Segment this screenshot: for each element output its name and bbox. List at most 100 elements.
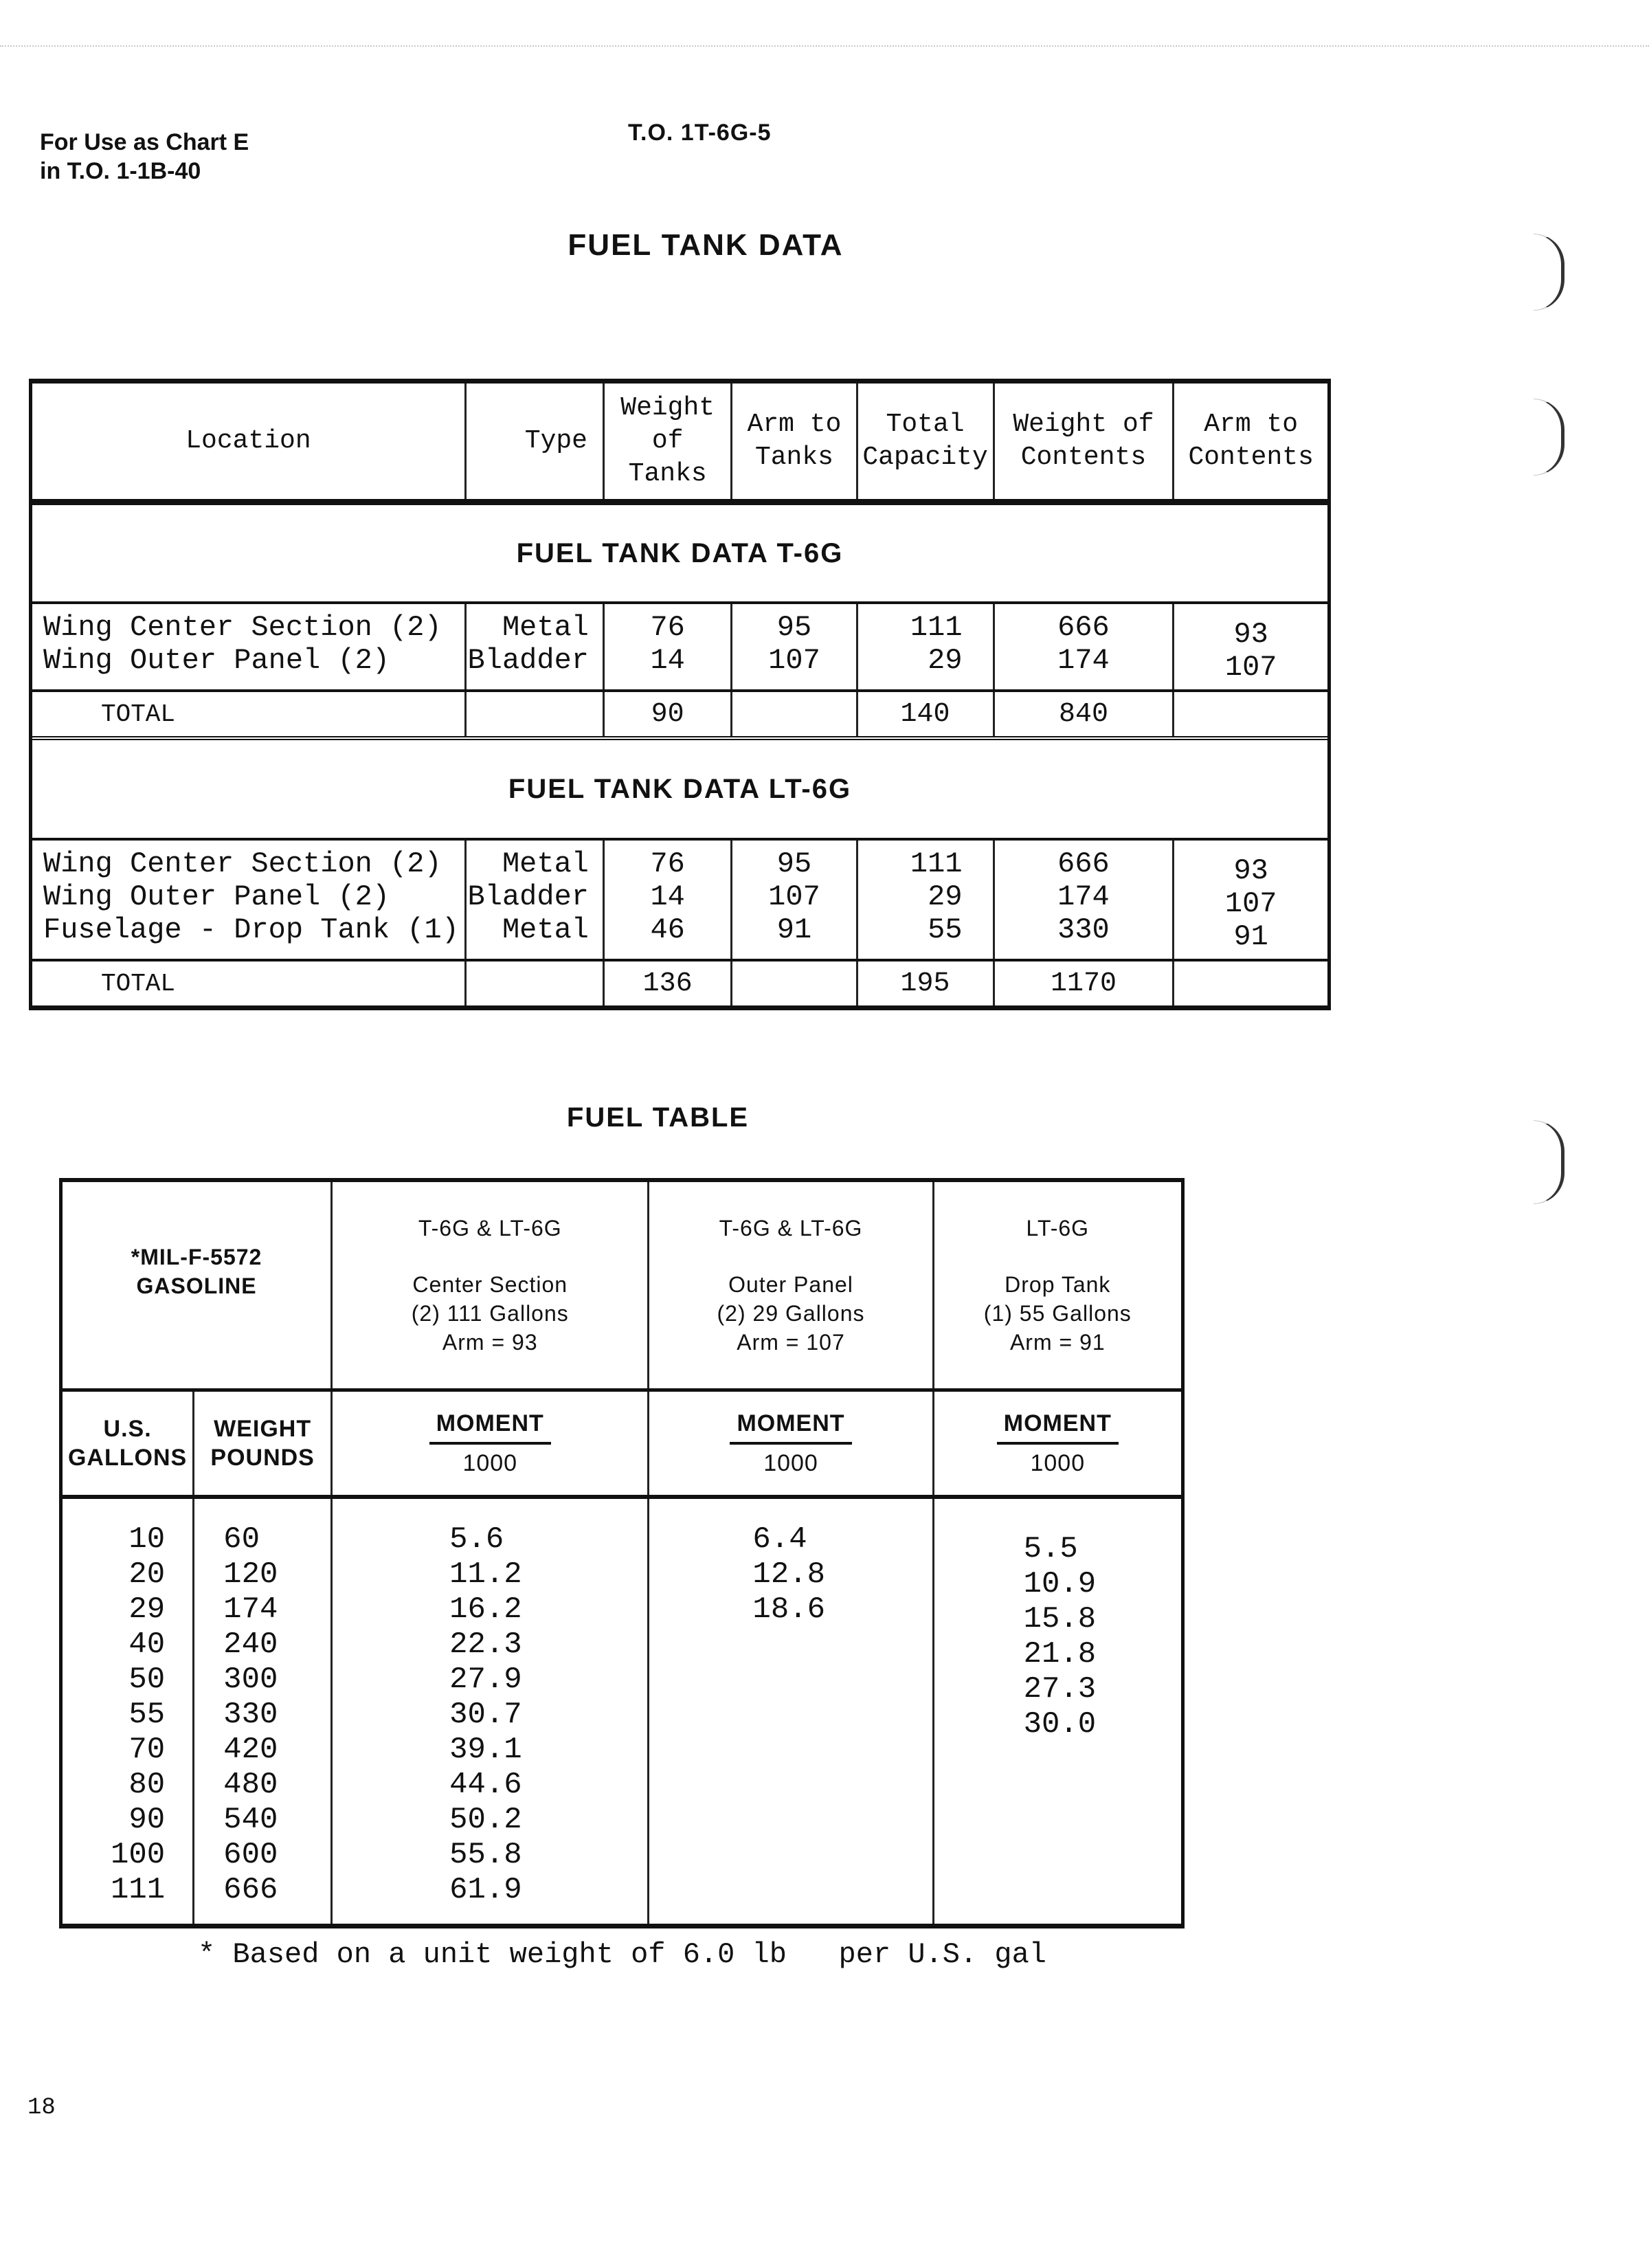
location-cell: Wing Center Section (2) Wing Outer Panel…	[43, 847, 459, 946]
chart-reference-line-1: For Use as Chart E	[40, 129, 249, 155]
total-arm-to-tanks	[730, 959, 857, 1005]
table-cell: 16.2	[449, 1592, 522, 1627]
section-heading-t6g: FUEL TANK DATA T-6G	[32, 502, 1327, 604]
fuel-spec-header: *MIL-F-5572 GASOLINE	[63, 1182, 332, 1392]
total-capacity: 140	[855, 689, 994, 738]
total-weight-of-tanks: 136	[602, 959, 732, 1005]
moment-center-section-column: 5.6 11.2 16.2 22.3 27.9 30.7 39.1 44.6 50.2 55.8 6…	[330, 1497, 649, 1924]
total-type	[464, 689, 604, 738]
table-header-row: *MIL-F-5572 GASOLINE T-6G & LT-6G Center…	[63, 1182, 1181, 1392]
column-header-type: Type	[464, 383, 604, 505]
table-cell: 44.6	[449, 1768, 522, 1802]
chart-reference-line-2: in T.O. 1-1B-40	[40, 158, 201, 184]
arm-to-tanks-cell: 95 107	[730, 603, 857, 691]
type-cell: Metal Bladder	[464, 603, 604, 691]
total-capacity-cell: 111 29 55	[855, 839, 994, 960]
table-cell: 111	[110, 1873, 166, 1907]
column-header-moment-drop: MOMENT 1000	[932, 1390, 1181, 1499]
column-header-weight-of-tanks: Weight of Tanks	[602, 383, 732, 505]
table-cell: 90	[128, 1803, 166, 1837]
table-cell: 30.0	[1023, 1707, 1097, 1742]
hole-punch-mark	[1534, 234, 1564, 311]
table-cell: 330	[223, 1698, 278, 1732]
table-cell: 55	[128, 1698, 166, 1732]
total-row: TOTAL 90 140 840	[32, 689, 1327, 738]
table-cell: 480	[223, 1768, 278, 1802]
tank-header-outer-panel: T-6G & LT-6G Outer Panel (2) 29 Gallons …	[647, 1182, 934, 1392]
total-type	[464, 959, 604, 1005]
table-cell: 50.2	[449, 1803, 522, 1837]
table-cell: 174	[223, 1592, 278, 1627]
table-cell: 18.6	[752, 1592, 826, 1627]
arm-to-contents-cell: 93 107 91	[1172, 839, 1327, 960]
fuel-table-title: FUEL TABLE	[566, 1102, 750, 1133]
table-cell: 22.3	[449, 1627, 522, 1662]
table-cell: 10	[128, 1522, 166, 1557]
total-capacity: 195	[855, 959, 994, 1005]
total-arm-to-contents	[1172, 959, 1327, 1005]
table-cell: 10.9	[1023, 1567, 1097, 1601]
table-cell: 61.9	[449, 1873, 522, 1907]
tank-header-drop-tank: LT-6G Drop Tank (1) 55 Gallons Arm = 91	[932, 1182, 1181, 1392]
table-cell: 55.8	[449, 1838, 522, 1872]
column-header-us-gallons: U.S. GALLONS	[63, 1390, 194, 1499]
section-heading-row: FUEL TANK DATA LT-6G	[32, 736, 1327, 841]
section-heading-lt6g: FUEL TANK DATA LT-6G	[32, 736, 1327, 841]
weight-pounds-column: 60 120 174 240 300 330 420 480 540 600 666	[192, 1497, 332, 1924]
table-cell: 15.8	[1023, 1602, 1097, 1636]
column-header-total-capacity: Total Capacity	[855, 383, 994, 505]
table-cell: 240	[223, 1627, 278, 1662]
table-cell: 420	[223, 1733, 278, 1767]
weight-of-tanks-cell: 76 14	[602, 603, 732, 691]
table-cell: 540	[223, 1803, 278, 1837]
arm-to-tanks-cell: 95 107 91	[730, 839, 857, 960]
total-weight-of-contents: 1170	[992, 959, 1174, 1005]
document-number: T.O. 1T-6G-5	[628, 120, 772, 146]
column-header-moment-outer: MOMENT 1000	[647, 1390, 934, 1499]
table-cell: 70	[128, 1733, 166, 1767]
table-cell: 11.2	[449, 1557, 522, 1592]
column-header-weight-pounds: WEIGHT POUNDS	[192, 1390, 332, 1499]
table-cell: 100	[110, 1838, 166, 1872]
arm-to-contents-cell: 93 107	[1172, 603, 1327, 691]
table-cell: 40	[128, 1627, 166, 1662]
table-cell: 60	[223, 1522, 260, 1557]
table-cell: 12.8	[752, 1557, 826, 1592]
table-cell: 21.8	[1023, 1637, 1097, 1671]
section-heading-row: FUEL TANK DATA T-6G	[32, 502, 1327, 604]
table-header-row: Location Type Weight of Tanks Arm to Tan…	[32, 383, 1327, 505]
weight-of-contents-cell: 666 174	[992, 603, 1174, 691]
moment-outer-panel-column: 6.4 12.8 18.6	[647, 1497, 934, 1924]
total-weight-of-tanks: 90	[602, 689, 732, 738]
total-label: TOTAL	[32, 689, 466, 738]
weight-of-contents-cell: 666 174 330	[992, 839, 1174, 960]
table-cell: 80	[128, 1768, 166, 1802]
table-subheader-row: U.S. GALLONS WEIGHT POUNDS MOMENT 1000 M…	[63, 1390, 1181, 1499]
column-header-arm-to-tanks: Arm to Tanks	[730, 383, 857, 505]
scan-edge-line	[0, 45, 1649, 47]
total-capacity-cell: 111 29	[855, 603, 994, 691]
footnote: * Based on a unit weight of 6.0 lb per U…	[198, 1938, 1047, 1971]
location-cell: Wing Center Section (2) Wing Outer Panel…	[43, 611, 442, 677]
table-cell: 666	[223, 1873, 278, 1907]
table-row-group: Wing Center Section (2) Wing Outer Panel…	[32, 839, 1327, 960]
column-header-location: Location	[32, 383, 466, 505]
column-header-weight-of-contents: Weight of Contents	[992, 383, 1174, 505]
table-cell: 50	[128, 1663, 166, 1697]
total-row: TOTAL 136 195 1170	[32, 959, 1327, 1005]
table-cell: 27.3	[1023, 1672, 1097, 1706]
hole-punch-mark	[1534, 399, 1564, 476]
table-cell: 6.4	[752, 1522, 807, 1557]
weight-of-tanks-cell: 76 14 46	[602, 839, 732, 960]
us-gallons-column: 10 20 29 40 50 55 70 80 90 100 111	[63, 1497, 194, 1924]
hole-punch-mark	[1534, 1120, 1564, 1204]
table-cell: 29	[128, 1592, 166, 1627]
fuel-tank-data-title: FUEL TANK DATA	[568, 228, 844, 262]
table-cell: 600	[223, 1838, 278, 1872]
moment-drop-tank-column: 5.5 10.9 15.8 21.8 27.3 30.0	[932, 1497, 1181, 1924]
column-header-moment-center: MOMENT 1000	[330, 1390, 649, 1499]
type-cell: Metal Bladder Metal	[464, 839, 604, 960]
table-cell: 5.6	[449, 1522, 504, 1557]
total-arm-to-tanks	[730, 689, 857, 738]
table-cell: 27.9	[449, 1663, 522, 1697]
